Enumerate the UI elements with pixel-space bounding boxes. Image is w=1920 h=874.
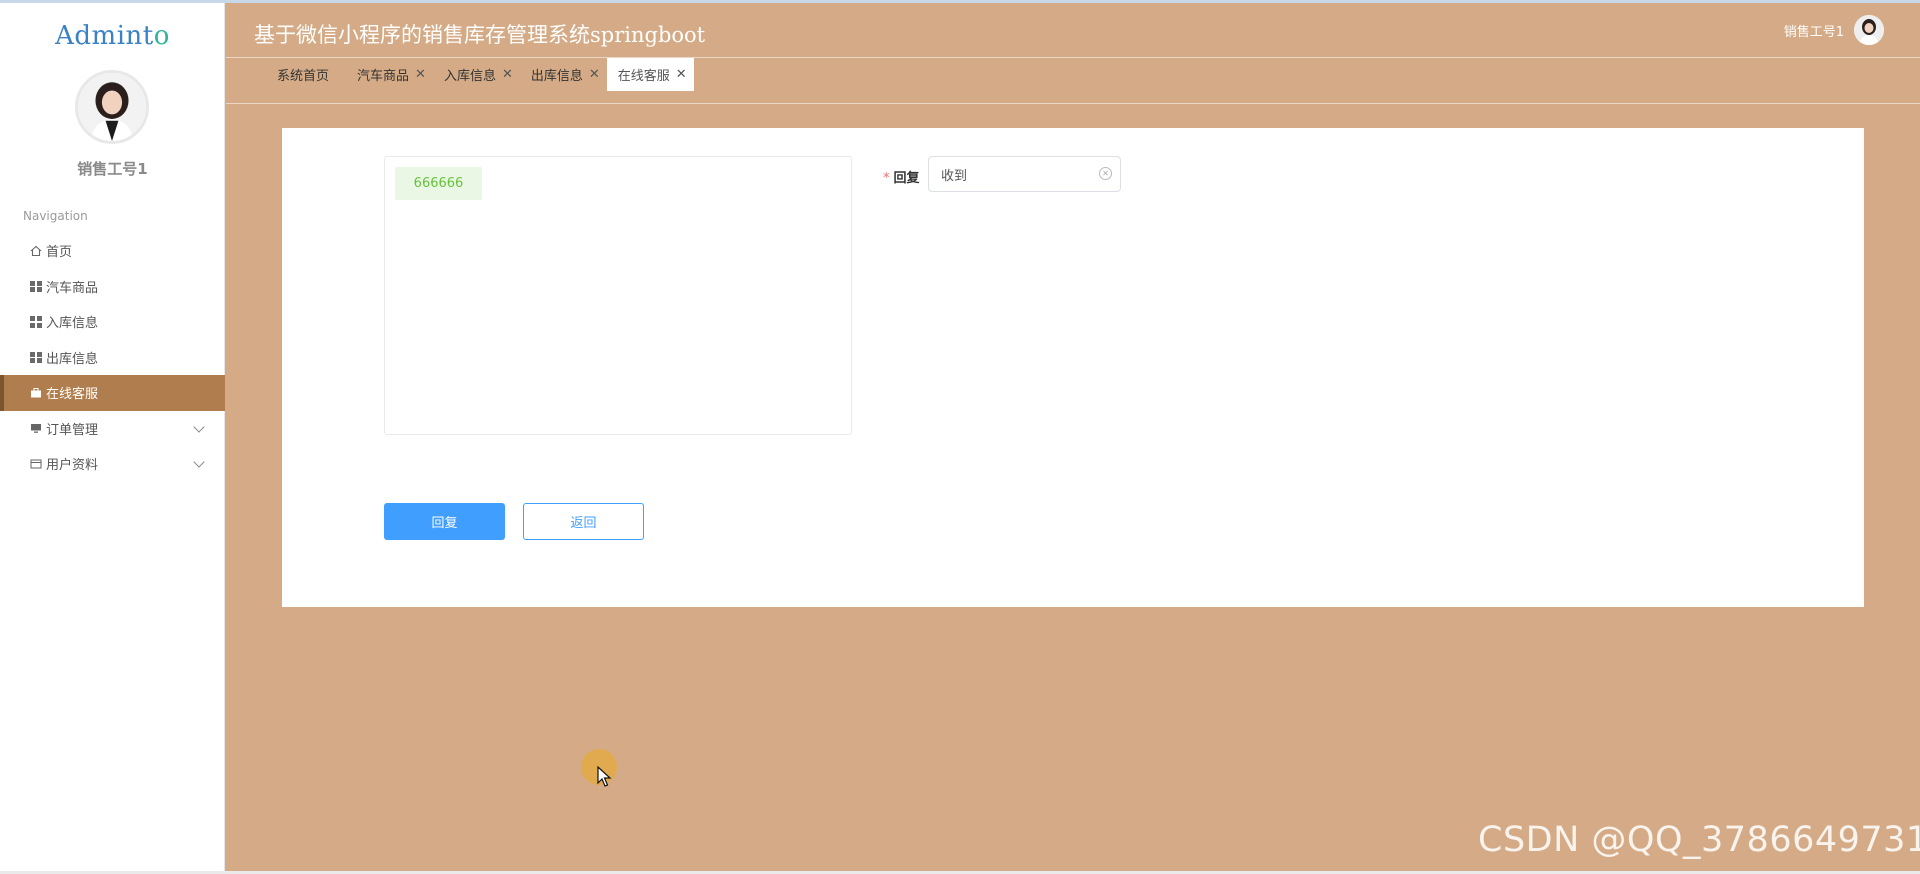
back-button[interactable]: 返回	[523, 503, 644, 540]
tabs-bar: 系统首页 汽车商品 ✕ 入库信息 ✕ 出库信息 ✕ 在线客服 ✕	[226, 58, 1920, 104]
tab-home[interactable]: 系统首页	[266, 58, 346, 91]
watermark: CSDN @QQ_3786649731	[1478, 820, 1920, 860]
mouse-pointer-icon	[597, 766, 612, 787]
grid-icon	[30, 316, 42, 328]
home-icon	[30, 245, 42, 257]
header-avatar-image	[1854, 15, 1884, 45]
grid-icon	[30, 280, 42, 292]
header-user-menu[interactable]: 销售工号1	[1784, 15, 1884, 45]
close-icon[interactable]: ✕	[676, 67, 687, 82]
reply-field-label: * 回复	[883, 167, 920, 186]
nav-section-title: Navigation	[23, 209, 88, 223]
card-icon	[30, 458, 42, 470]
tab-online-service[interactable]: 在线客服 ✕	[606, 58, 694, 91]
header-user-name[interactable]: 销售工号1	[1784, 21, 1844, 40]
reply-input-wrapper: ✕	[928, 156, 1121, 192]
grid-icon	[30, 351, 42, 363]
chevron-down-icon[interactable]	[193, 420, 205, 433]
tab-inbound[interactable]: 入库信息 ✕	[433, 58, 520, 91]
sidebar-item-car-products[interactable]: 汽车商品	[0, 269, 225, 305]
sidebar-item-label: 首页	[46, 245, 73, 261]
top-header: 基于微信小程序的销售库存管理系统springboot 销售工号1	[226, 3, 1920, 58]
tab-label: 入库信息	[443, 69, 496, 84]
tab-car-products[interactable]: 汽车商品 ✕	[346, 58, 433, 91]
monitor-icon	[30, 422, 42, 434]
sidebar-item-label: 用户资料	[46, 458, 99, 474]
chevron-down-icon[interactable]	[193, 456, 205, 468]
reply-label-text: 回复	[893, 171, 920, 186]
sidebar-item-outbound[interactable]: 出库信息	[0, 340, 225, 376]
sidebar-item-label: 在线客服	[46, 387, 99, 403]
sidebar-item-label: 出库信息	[46, 351, 99, 367]
sidebar-item-online-service[interactable]: 在线客服	[0, 375, 225, 411]
app-logo[interactable]: Adminto	[0, 21, 225, 51]
reply-input[interactable]	[929, 157, 1089, 191]
tab-label: 在线客服	[617, 69, 670, 84]
reply-button[interactable]: 回复	[384, 503, 505, 540]
close-icon[interactable]: ✕	[589, 67, 600, 82]
clear-icon[interactable]: ✕	[1099, 167, 1112, 180]
chat-message: 666666	[395, 167, 482, 200]
chat-message-box[interactable]: 666666	[384, 156, 852, 435]
tab-label: 系统首页	[277, 69, 330, 84]
tabs: 系统首页 汽车商品 ✕ 入库信息 ✕ 出库信息 ✕ 在线客服 ✕	[266, 58, 694, 91]
tab-label: 出库信息	[530, 69, 583, 84]
briefcase-icon	[30, 387, 42, 399]
close-icon[interactable]: ✕	[415, 67, 426, 82]
app-title: 基于微信小程序的销售库存管理系统springboot	[254, 23, 706, 47]
tab-outbound[interactable]: 出库信息 ✕	[520, 58, 607, 91]
sidebar-user-name: 销售工号1	[77, 160, 148, 178]
sidebar-item-home[interactable]: 首页	[0, 233, 225, 269]
sidebar: Adminto 销售工号1 Navigation 首页 汽车商品 入库信息 出库…	[0, 3, 225, 871]
avatar-image	[78, 73, 146, 141]
sidebar-item-label: 汽车商品	[46, 280, 99, 296]
tab-label: 汽车商品	[357, 69, 410, 84]
sidebar-item-order-management[interactable]: 订单管理	[0, 411, 225, 447]
close-icon[interactable]: ✕	[502, 67, 513, 82]
sidebar-item-label: 订单管理	[46, 422, 99, 438]
user-avatar	[75, 70, 149, 144]
sidebar-item-inbound[interactable]: 入库信息	[0, 304, 225, 340]
required-mark: *	[883, 171, 890, 186]
nav-list: 首页 汽车商品 入库信息 出库信息 在线客服 订单管理 用户资料	[0, 233, 225, 482]
sidebar-item-label: 入库信息	[46, 316, 99, 332]
sidebar-item-user-profile[interactable]: 用户资料	[0, 446, 225, 482]
content-card: 666666 *回复 ✕ 回复 返回	[282, 128, 1864, 607]
header-avatar[interactable]	[1854, 15, 1884, 45]
